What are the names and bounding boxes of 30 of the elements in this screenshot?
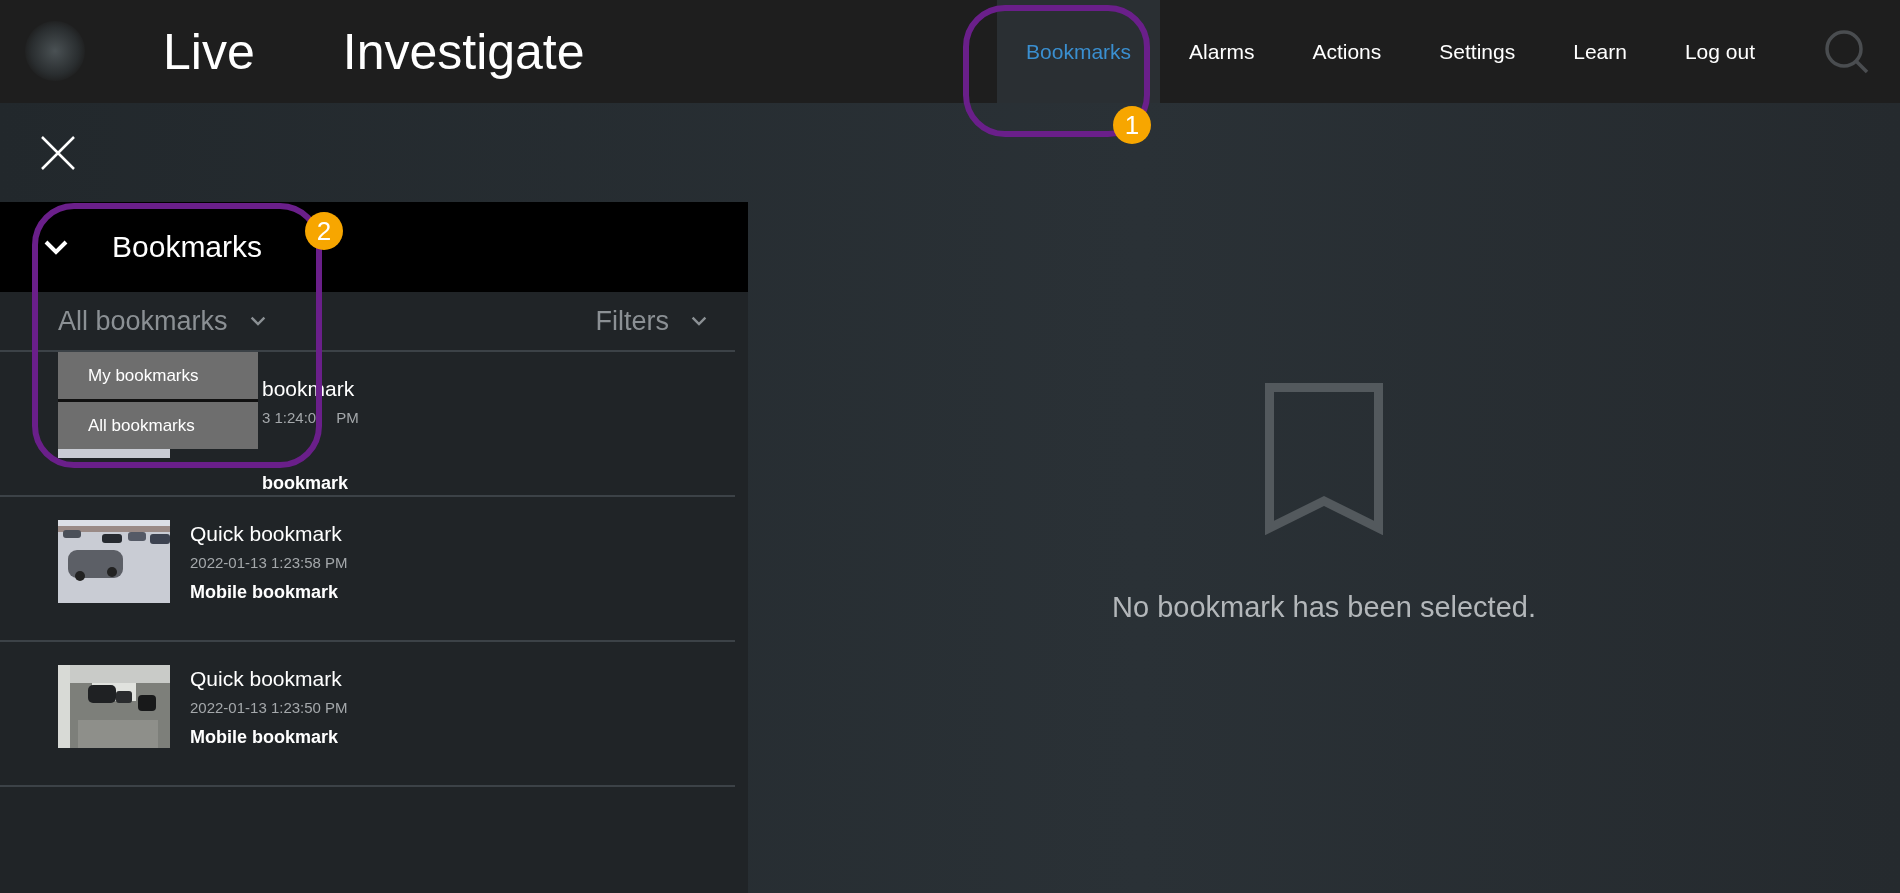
panel-title: Bookmarks (112, 230, 263, 264)
bookmark-scope-dropdown[interactable]: All bookmarks (58, 305, 266, 337)
bookmark-title: Quick bookmark (190, 521, 343, 547)
nav-tab[interactable]: Live (163, 22, 255, 81)
chevron-icon (249, 316, 266, 326)
menu-item[interactable]: My bookmarks (58, 352, 258, 399)
filters-dropdown[interactable]: Filters (595, 305, 707, 337)
nav-tab[interactable]: Settings (1410, 0, 1545, 103)
bookmark-title: Quick bookmark (190, 666, 343, 692)
nav-tab[interactable]: Alarms (1160, 0, 1284, 103)
bookmark-title: bookmark (262, 376, 356, 402)
chevron-icon (691, 316, 707, 326)
bookmark-time: 3 1:24:0 (262, 408, 317, 428)
nav-tab[interactable]: Learn (1544, 0, 1656, 103)
bookmark-icon (1265, 383, 1383, 535)
nav-tab[interactable]: Investigate (342, 22, 585, 81)
bookmark-time: 2022-01-13 1:23:58 PM (190, 553, 348, 573)
bookmark-source: Mobile bookmark (190, 726, 340, 748)
bookmark-source: Mobile bookmark (190, 581, 340, 603)
bookmark-time: 2022-01-13 1:23:50 PM (190, 698, 348, 718)
bookmark-source: bookmark (262, 472, 350, 494)
empty-message: No bookmark has been selected. (1112, 591, 1536, 624)
nav-tab[interactable]: Actions (1283, 0, 1411, 103)
nav-tab[interactable]: Log out (1655, 0, 1784, 103)
nav-tab[interactable]: Bookmarks (997, 0, 1161, 103)
search-button[interactable] (1824, 28, 1870, 75)
bookmark-time: PM (336, 408, 359, 428)
close-button[interactable] (40, 134, 76, 171)
close-icon (40, 134, 76, 171)
search-icon (1824, 28, 1870, 75)
